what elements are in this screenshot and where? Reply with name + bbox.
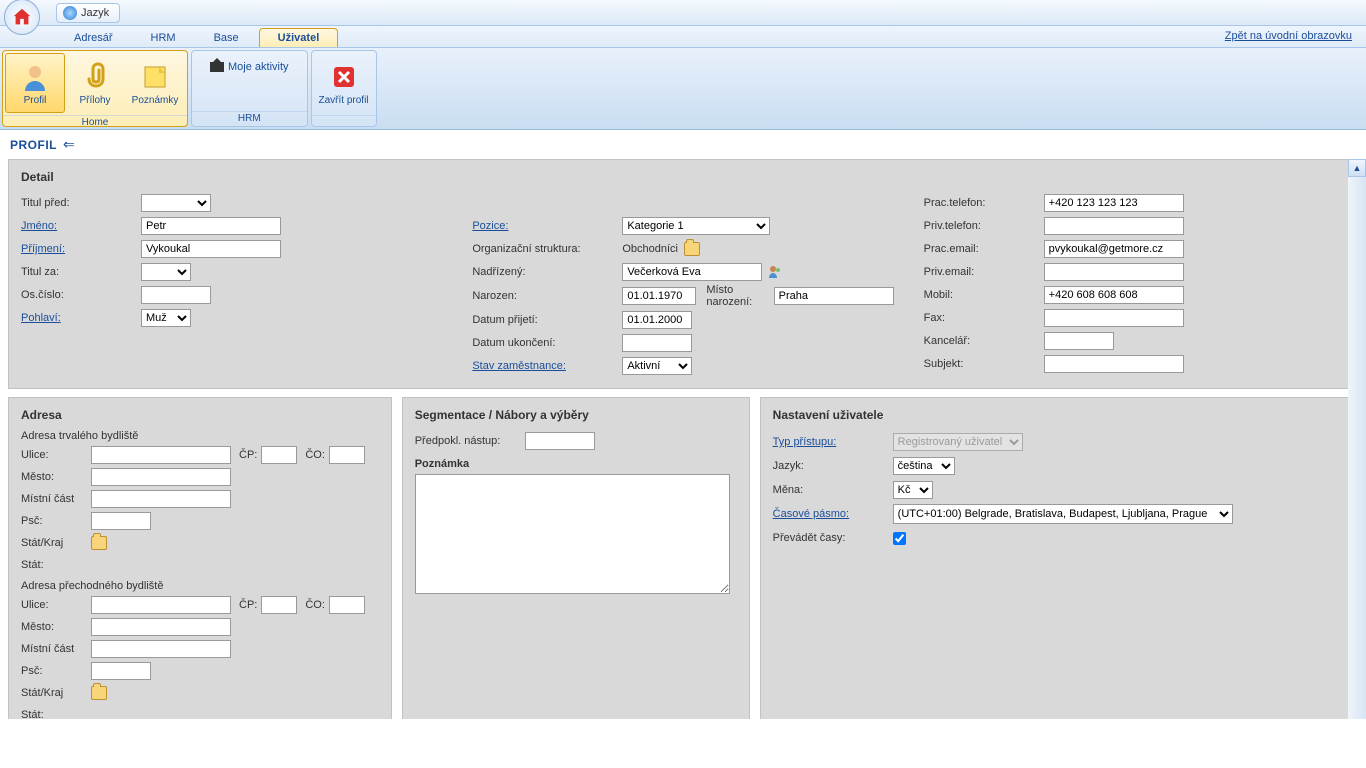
- stav-label[interactable]: Stav zaměstnance:: [472, 360, 622, 372]
- ribbon-poznamky[interactable]: Poznámky: [125, 53, 185, 113]
- trvale-heading: Adresa trvalého bydliště: [21, 430, 379, 442]
- pozice-label[interactable]: Pozice:: [472, 220, 622, 232]
- note-icon: [139, 61, 171, 93]
- poznamka-textarea[interactable]: [415, 474, 730, 594]
- pasmo-select[interactable]: (UTC+01:00) Belgrade, Bratislava, Budape…: [893, 504, 1233, 524]
- globe-icon: [63, 6, 77, 20]
- home-icon: [11, 6, 33, 28]
- detail-panel: Detail Titul před: Jméno: Příjmení: Titu…: [8, 159, 1358, 389]
- co1-input[interactable]: [329, 446, 365, 464]
- cp2-input[interactable]: [261, 596, 297, 614]
- stav-select[interactable]: Aktivní: [622, 357, 692, 375]
- prijmeni-label[interactable]: Příjmení:: [21, 243, 141, 255]
- statkraj1-folder-icon[interactable]: [91, 536, 107, 550]
- mobil-input[interactable]: [1044, 286, 1184, 304]
- datum-prijeti-input[interactable]: [622, 311, 692, 329]
- folder-icon[interactable]: [684, 242, 700, 256]
- back-to-home-link[interactable]: Zpět na úvodní obrazovku: [1225, 25, 1366, 47]
- ulice2-input[interactable]: [91, 596, 231, 614]
- pohlavi-label[interactable]: Pohlaví:: [21, 312, 141, 324]
- person-picker-icon[interactable]: [768, 265, 782, 279]
- poznamka-heading: Poznámka: [415, 458, 737, 470]
- pohlavi-select[interactable]: Muž: [141, 309, 191, 327]
- ribbon-zavrit-profil[interactable]: Zavřít profil: [314, 53, 374, 113]
- tab-adresar[interactable]: Adresář: [56, 29, 131, 47]
- language-label: Jazyk: [81, 7, 109, 19]
- segmentace-title: Segmentace / Nábory a výběry: [415, 408, 737, 422]
- typ-pristupu-select: Registrovaný uživatel: [893, 433, 1023, 451]
- priv-tel-input[interactable]: [1044, 217, 1184, 235]
- close-icon: [328, 61, 360, 93]
- ribbon-group-hrm-label: HRM: [192, 111, 307, 126]
- segmentace-panel: Segmentace / Nábory a výběry Předpokl. n…: [402, 397, 750, 719]
- psc2-input[interactable]: [91, 662, 151, 680]
- settings-title: Nastavení uživatele: [773, 408, 1345, 422]
- kancelar-input[interactable]: [1044, 332, 1114, 350]
- language-menu[interactable]: Jazyk: [56, 3, 120, 23]
- tab-hrm[interactable]: HRM: [133, 29, 194, 47]
- tab-base[interactable]: Base: [196, 29, 257, 47]
- prijmeni-input[interactable]: [141, 240, 281, 258]
- tab-uzivatel[interactable]: Uživatel: [259, 28, 339, 47]
- graduation-cap-icon: [210, 62, 224, 72]
- back-arrow-icon[interactable]: ⇐: [63, 136, 75, 153]
- user-icon: [19, 61, 51, 93]
- prac-tel-input[interactable]: [1044, 194, 1184, 212]
- scroll-up-arrow-icon[interactable]: ▲: [1348, 159, 1366, 177]
- priv-email-input[interactable]: [1044, 263, 1184, 281]
- prechodne-heading: Adresa přechodného bydliště: [21, 580, 379, 592]
- typ-pristupu-label[interactable]: Typ přístupu:: [773, 436, 893, 448]
- pozice-select[interactable]: Kategorie 1: [622, 217, 770, 235]
- jazyk-select[interactable]: čeština: [893, 457, 955, 475]
- co2-input[interactable]: [329, 596, 365, 614]
- mistni2-input[interactable]: [91, 640, 231, 658]
- ribbon-moje-aktivity[interactable]: Moje aktivity: [202, 57, 297, 77]
- settings-panel: Nastavení uživatele Typ přístupu:Registr…: [760, 397, 1358, 719]
- ribbon-group-home-label: Home: [3, 115, 187, 130]
- nadrizeny-input[interactable]: [622, 263, 762, 281]
- ulice1-input[interactable]: [91, 446, 231, 464]
- oscislo-input[interactable]: [141, 286, 211, 304]
- prevadet-checkbox[interactable]: [893, 532, 906, 545]
- misto-narozeni-input[interactable]: [774, 287, 894, 305]
- ribbon-prilohy[interactable]: Přílohy: [65, 53, 125, 113]
- scrollbar[interactable]: ▲: [1348, 159, 1366, 719]
- subjekt-input[interactable]: [1044, 355, 1184, 373]
- org-value: Obchodníci: [622, 243, 678, 255]
- paperclip-icon: [79, 61, 111, 93]
- detail-title: Detail: [21, 170, 1345, 184]
- jmeno-label[interactable]: Jméno:: [21, 220, 141, 232]
- prac-email-input[interactable]: [1044, 240, 1184, 258]
- psc1-input[interactable]: [91, 512, 151, 530]
- jmeno-input[interactable]: [141, 217, 281, 235]
- adresa-panel: Adresa Adresa trvalého bydliště Ulice:ČP…: [8, 397, 392, 719]
- fax-input[interactable]: [1044, 309, 1184, 327]
- home-button[interactable]: [4, 0, 40, 35]
- page-title: PROFIL: [10, 138, 57, 152]
- cp1-input[interactable]: [261, 446, 297, 464]
- ribbon-profil[interactable]: Profil: [5, 53, 65, 113]
- datum-ukonceni-input[interactable]: [622, 334, 692, 352]
- pasmo-label[interactable]: Časové pásmo:: [773, 508, 893, 520]
- predpokl-nastup-input[interactable]: [525, 432, 595, 450]
- mesto2-input[interactable]: [91, 618, 231, 636]
- mesto1-input[interactable]: [91, 468, 231, 486]
- narozen-input[interactable]: [622, 287, 696, 305]
- titul-pred-select[interactable]: [141, 194, 211, 212]
- adresa-title: Adresa: [21, 408, 379, 422]
- statkraj2-folder-icon[interactable]: [91, 686, 107, 700]
- mena-select[interactable]: Kč: [893, 481, 933, 499]
- mistni1-input[interactable]: [91, 490, 231, 508]
- titul-za-select[interactable]: [141, 263, 191, 281]
